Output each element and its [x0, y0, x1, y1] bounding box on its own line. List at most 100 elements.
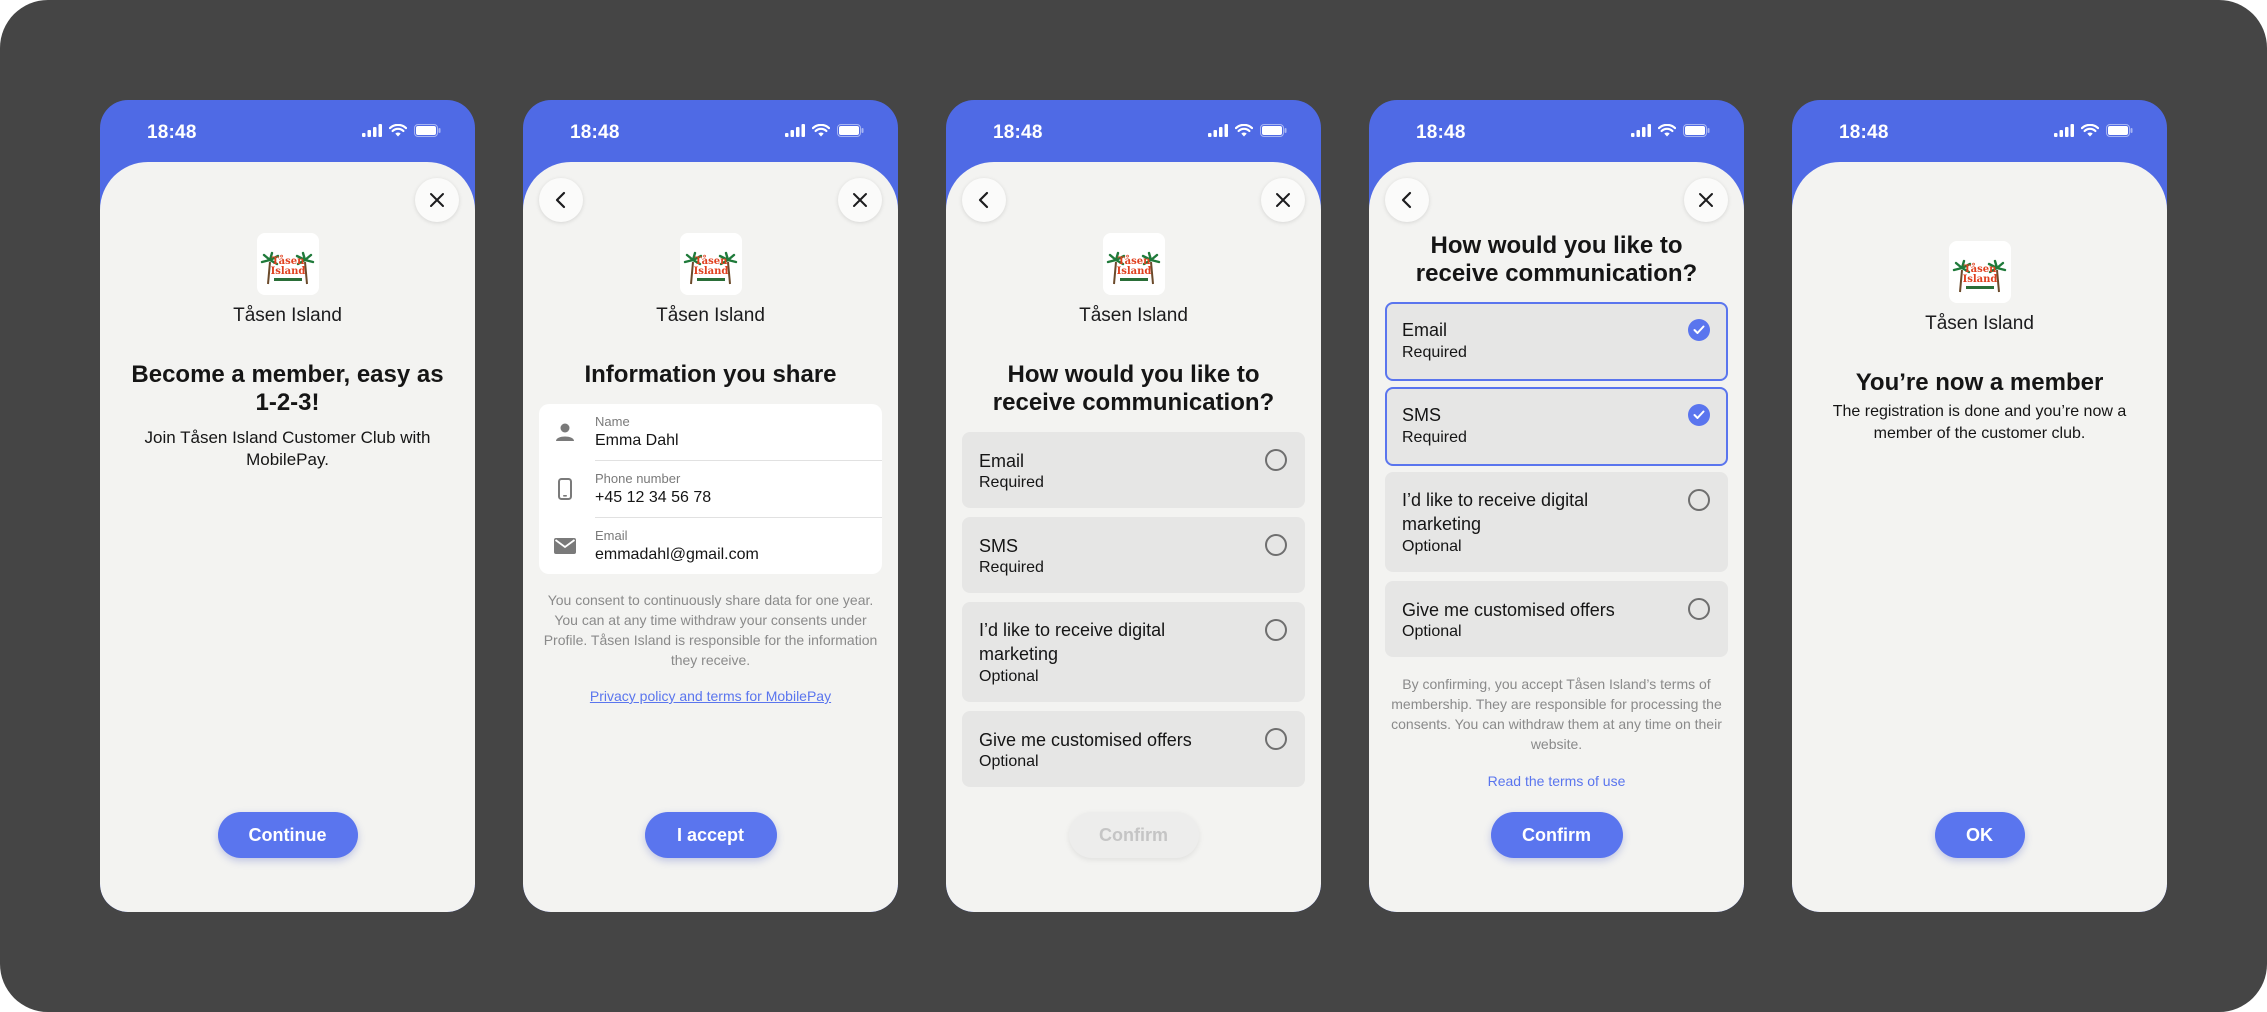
option-digital-marketing[interactable]: I’d like to receive digital marketing Op…: [962, 602, 1305, 702]
page-title: How would you like to receive communicat…: [1415, 232, 1698, 287]
privacy-policy-link[interactable]: Privacy policy and terms for MobilePay: [523, 688, 898, 704]
battery-icon: [1260, 124, 1287, 137]
battery-icon: [837, 124, 864, 137]
status-bar: 18:48: [523, 100, 898, 164]
page-title: How would you like to receive communicat…: [992, 361, 1275, 416]
brand-logo: Tåsen Island: [256, 233, 319, 295]
wifi-icon: [389, 124, 407, 137]
chevron-left-icon: [555, 191, 566, 209]
chevron-left-icon: [978, 191, 989, 209]
back-button[interactable]: [1385, 178, 1429, 222]
ok-button[interactable]: OK: [1934, 812, 2025, 858]
person-icon: [553, 420, 577, 444]
option-subtitle: Optional: [979, 753, 1039, 770]
option-customised-offers[interactable]: Give me customised offers Optional: [1385, 581, 1728, 657]
info-row-phone: Phone number +45 12 34 56 78: [539, 461, 882, 518]
option-sms[interactable]: SMS Required: [962, 517, 1305, 593]
radio-unchecked-icon[interactable]: [1688, 598, 1710, 620]
palm-tree-logo-icon: Tåsen Island: [683, 251, 737, 285]
continue-button[interactable]: Continue: [217, 812, 358, 858]
status-bar: 18:48: [1792, 100, 2167, 164]
phone-screen-success: 18:48 Tåsen Island Tåsen Island You’re n…: [1792, 100, 2167, 912]
option-sms[interactable]: SMS Required: [1385, 387, 1728, 466]
field-value: emmadahl@gmail.com: [595, 546, 759, 563]
palm-tree-logo-icon: Tåsen Island: [260, 251, 314, 285]
confirm-button[interactable]: Confirm: [1490, 812, 1623, 858]
option-title: Email: [979, 451, 1025, 471]
status-icons: [785, 124, 864, 137]
radio-unchecked-icon[interactable]: [1265, 619, 1287, 641]
consent-text: You consent to continuously share data f…: [543, 592, 878, 668]
option-subtitle: Optional: [1402, 623, 1462, 640]
terms-of-use-link[interactable]: Read the terms of use: [1369, 773, 1744, 789]
close-button[interactable]: [1261, 178, 1305, 222]
palm-tree-logo-icon: Tåsen Island: [1106, 251, 1160, 285]
phone-screen-communication: 18:48 Tåsen Island Tåsen Island How woul…: [946, 100, 1321, 912]
status-icons: [362, 124, 441, 137]
close-icon: [1699, 193, 1713, 207]
cellular-signal-icon: [1631, 124, 1651, 137]
brand-name: Tåsen Island: [233, 305, 342, 326]
content-sheet: Tåsen Island Tåsen Island Information yo…: [523, 162, 898, 912]
field-label: Email: [595, 528, 628, 543]
field-value: +45 12 34 56 78: [595, 489, 712, 506]
radio-unchecked-icon[interactable]: [1265, 449, 1287, 471]
wifi-icon: [2081, 124, 2099, 137]
option-subtitle: Optional: [979, 668, 1039, 685]
wifi-icon: [812, 124, 830, 137]
close-button[interactable]: [415, 178, 459, 222]
page-description: The registration is done and you’re now …: [1832, 403, 2127, 442]
option-email[interactable]: Email Required: [1385, 302, 1728, 381]
status-bar: 18:48: [1369, 100, 1744, 164]
close-button[interactable]: [838, 178, 882, 222]
option-title: I’d like to receive digital marketing: [1402, 490, 1589, 534]
status-bar: 18:48: [946, 100, 1321, 164]
svg-text:Island: Island: [1962, 274, 1997, 285]
close-icon: [1276, 193, 1290, 207]
brand-name: Tåsen Island: [1079, 305, 1188, 326]
accept-button[interactable]: I accept: [644, 812, 777, 858]
phone-icon: [553, 477, 577, 501]
content-sheet: Tåsen Island Tåsen Island How would you …: [946, 162, 1321, 912]
brand-logo: Tåsen Island: [1948, 241, 2011, 303]
confirm-button-disabled[interactable]: Confirm: [1068, 812, 1199, 858]
radio-unchecked-icon[interactable]: [1265, 728, 1287, 750]
back-button[interactable]: [539, 178, 583, 222]
close-icon: [853, 193, 867, 207]
content-sheet: Tåsen Island Tåsen Island Become a membe…: [100, 162, 475, 912]
wifi-icon: [1235, 124, 1253, 137]
brand-name: Tåsen Island: [1925, 313, 2034, 334]
option-email[interactable]: Email Required: [962, 432, 1305, 508]
option-subtitle: Required: [979, 559, 1044, 576]
back-button[interactable]: [962, 178, 1006, 222]
field-value: Emma Dahl: [595, 432, 679, 449]
page-title: Become a member, easy as 1-2-3!: [131, 361, 444, 416]
option-digital-marketing[interactable]: I’d like to receive digital marketing Op…: [1385, 472, 1728, 572]
terms-text: By confirming, you accept Tåsen Island’s…: [1391, 676, 1722, 752]
status-icons: [1631, 124, 1710, 137]
info-row-name: Name Emma Dahl: [539, 404, 882, 461]
phone-screen-welcome: 18:48 Tåsen Island Tåsen Island Become a…: [100, 100, 475, 912]
status-time: 18:48: [993, 122, 1043, 143]
option-title: SMS: [979, 536, 1019, 556]
svg-text:Island: Island: [270, 266, 305, 277]
canvas-background: 18:48 Tåsen Island Tåsen Island Become a…: [0, 0, 2267, 1012]
checkmark-icon[interactable]: [1688, 404, 1710, 426]
wifi-icon: [1658, 124, 1676, 137]
battery-icon: [2106, 124, 2133, 137]
option-title: Give me customised offers: [979, 730, 1192, 750]
option-title: I’d like to receive digital marketing: [979, 620, 1166, 664]
field-label: Name: [595, 414, 630, 429]
close-button[interactable]: [1684, 178, 1728, 222]
mail-icon: [553, 534, 577, 558]
checkmark-icon[interactable]: [1688, 319, 1710, 341]
status-time: 18:48: [1839, 122, 1889, 143]
option-title: Email: [1402, 320, 1448, 340]
radio-unchecked-icon[interactable]: [1265, 534, 1287, 556]
option-customised-offers[interactable]: Give me customised offers Optional: [962, 711, 1305, 787]
close-icon: [430, 193, 444, 207]
radio-unchecked-icon[interactable]: [1688, 489, 1710, 511]
content-sheet: How would you like to receive communicat…: [1369, 162, 1744, 912]
shared-info-card: Name Emma Dahl Phone number +45 12 34 56…: [539, 404, 882, 574]
status-bar: 18:48: [100, 100, 475, 164]
